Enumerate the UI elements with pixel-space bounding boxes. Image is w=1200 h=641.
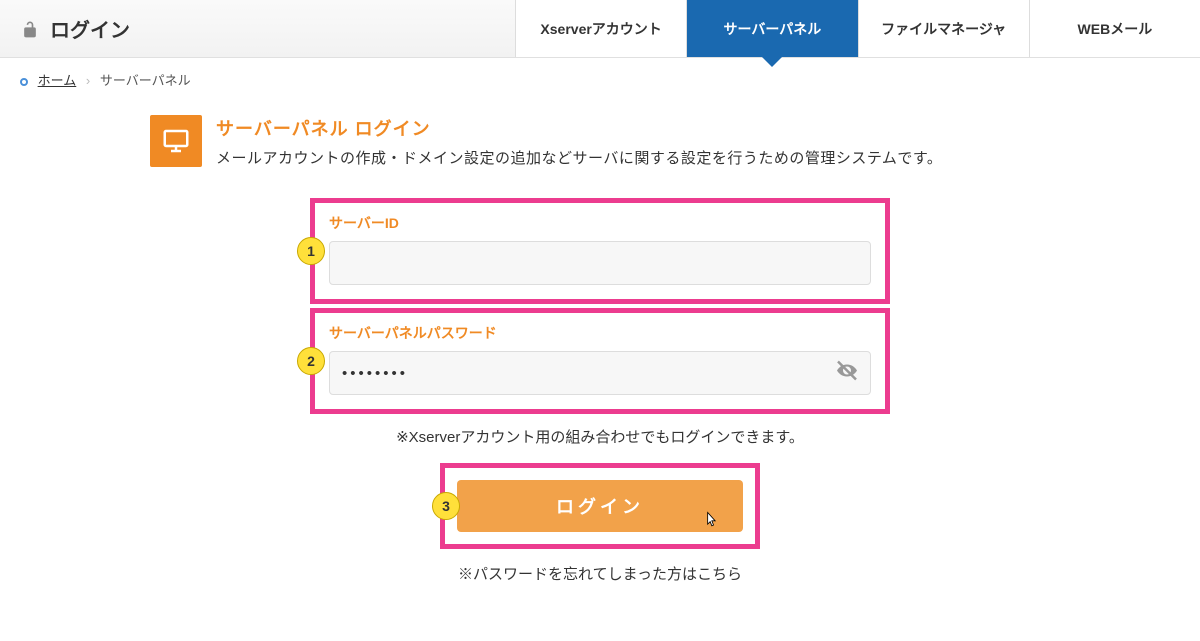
submit-wrap: 3 ログイン xyxy=(440,463,760,549)
page-title: ログイン xyxy=(50,14,130,43)
page-title-block: ログイン xyxy=(0,0,515,57)
tab-server-panel[interactable]: サーバーパネル xyxy=(686,0,857,57)
breadcrumb-current: サーバーパネル xyxy=(100,73,191,88)
breadcrumb-home-link[interactable]: ホーム xyxy=(38,73,77,88)
tab-file-manager[interactable]: ファイルマネージャ xyxy=(858,0,1029,57)
breadcrumb-bullet-icon xyxy=(20,78,28,86)
login-form: 1 サーバーID 2 サーバーパネルパスワード ※Xserverアカウント用の組… xyxy=(310,198,890,584)
cursor-pointer-icon xyxy=(701,510,721,530)
password-label: サーバーパネルパスワード xyxy=(329,323,871,343)
login-hint: ※Xserverアカウント用の組み合わせでもログインできます。 xyxy=(310,426,890,447)
server-id-field-wrap: 1 サーバーID xyxy=(310,198,890,304)
server-id-label: サーバーID xyxy=(329,213,871,233)
nav-tabs: Xserverアカウント サーバーパネル ファイルマネージャ WEBメール xyxy=(515,0,1200,57)
breadcrumb: ホーム › サーバーパネル xyxy=(0,58,1200,101)
intro-text: サーバーパネル ログイン メールアカウントの作成・ドメイン設定の追加などサーバに… xyxy=(216,115,942,168)
toggle-password-visibility-icon[interactable] xyxy=(835,359,859,388)
forgot-password-link[interactable]: ※パスワードを忘れてしまった方はこちら xyxy=(310,563,890,584)
password-input[interactable] xyxy=(329,351,871,395)
main: サーバーパネル ログイン メールアカウントの作成・ドメイン設定の追加などサーバに… xyxy=(0,101,1200,584)
annotation-2: 2 xyxy=(297,347,325,375)
intro-desc: メールアカウントの作成・ドメイン設定の追加などサーバに関する設定を行うための管理… xyxy=(216,147,942,168)
intro-block: サーバーパネル ログイン メールアカウントの作成・ドメイン設定の追加などサーバに… xyxy=(0,101,1200,188)
password-field-wrap: 2 サーバーパネルパスワード xyxy=(310,308,890,414)
server-panel-icon xyxy=(150,115,202,167)
intro-title: サーバーパネル ログイン xyxy=(216,115,942,141)
annotation-3: 3 xyxy=(432,492,460,520)
annotation-1: 1 xyxy=(297,237,325,265)
tab-web-mail[interactable]: WEBメール xyxy=(1029,0,1200,57)
header-bar: ログイン Xserverアカウント サーバーパネル ファイルマネージャ WEBメ… xyxy=(0,0,1200,58)
server-id-input[interactable] xyxy=(329,241,871,285)
tab-xserver-account[interactable]: Xserverアカウント xyxy=(515,0,686,57)
unlock-icon xyxy=(20,19,40,39)
breadcrumb-separator-icon: › xyxy=(86,73,90,88)
